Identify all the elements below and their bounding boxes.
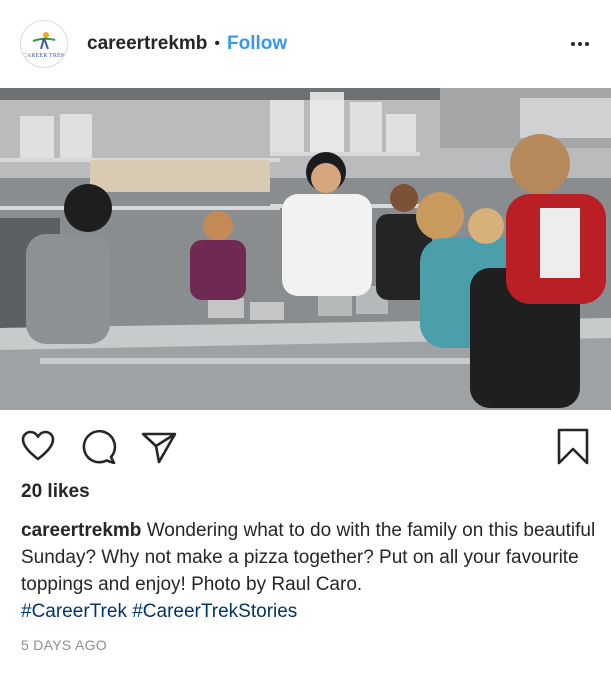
follow-button[interactable]: Follow	[227, 33, 287, 55]
hashtag-link[interactable]: #CareerTrekStories	[132, 601, 297, 622]
caption-username[interactable]: careertrekmb	[21, 520, 141, 541]
post-actions	[0, 410, 611, 482]
avatar[interactable]: CAREER TREK	[20, 20, 68, 68]
avatar-logo-text: CAREER TREK	[22, 53, 66, 59]
header-names: careertrekmb • Follow	[87, 33, 287, 55]
career-trek-logo-icon	[32, 32, 56, 50]
post-caption: careertrekmb Wondering what to do with t…	[21, 517, 596, 625]
comment-bubble-icon[interactable]	[81, 429, 117, 469]
post-header: CAREER TREK careertrekmb • Follow	[0, 0, 611, 88]
hashtag-link[interactable]: #CareerTrek	[21, 601, 127, 622]
heart-icon[interactable]	[21, 430, 55, 467]
likes-count[interactable]: 20 likes	[21, 481, 90, 503]
paper-plane-icon[interactable]	[141, 430, 177, 469]
kitchen-photo-illustration	[0, 88, 611, 410]
more-dot	[571, 42, 575, 46]
bookmark-icon[interactable]	[556, 428, 590, 471]
more-options-icon[interactable]	[571, 42, 589, 46]
more-dot	[578, 42, 582, 46]
separator-dot: •	[214, 35, 221, 52]
more-dot	[585, 42, 589, 46]
post-timestamp: 5 DAYS AGO	[21, 637, 107, 653]
username-link[interactable]: careertrekmb	[87, 33, 207, 55]
post-photo[interactable]	[0, 88, 611, 410]
